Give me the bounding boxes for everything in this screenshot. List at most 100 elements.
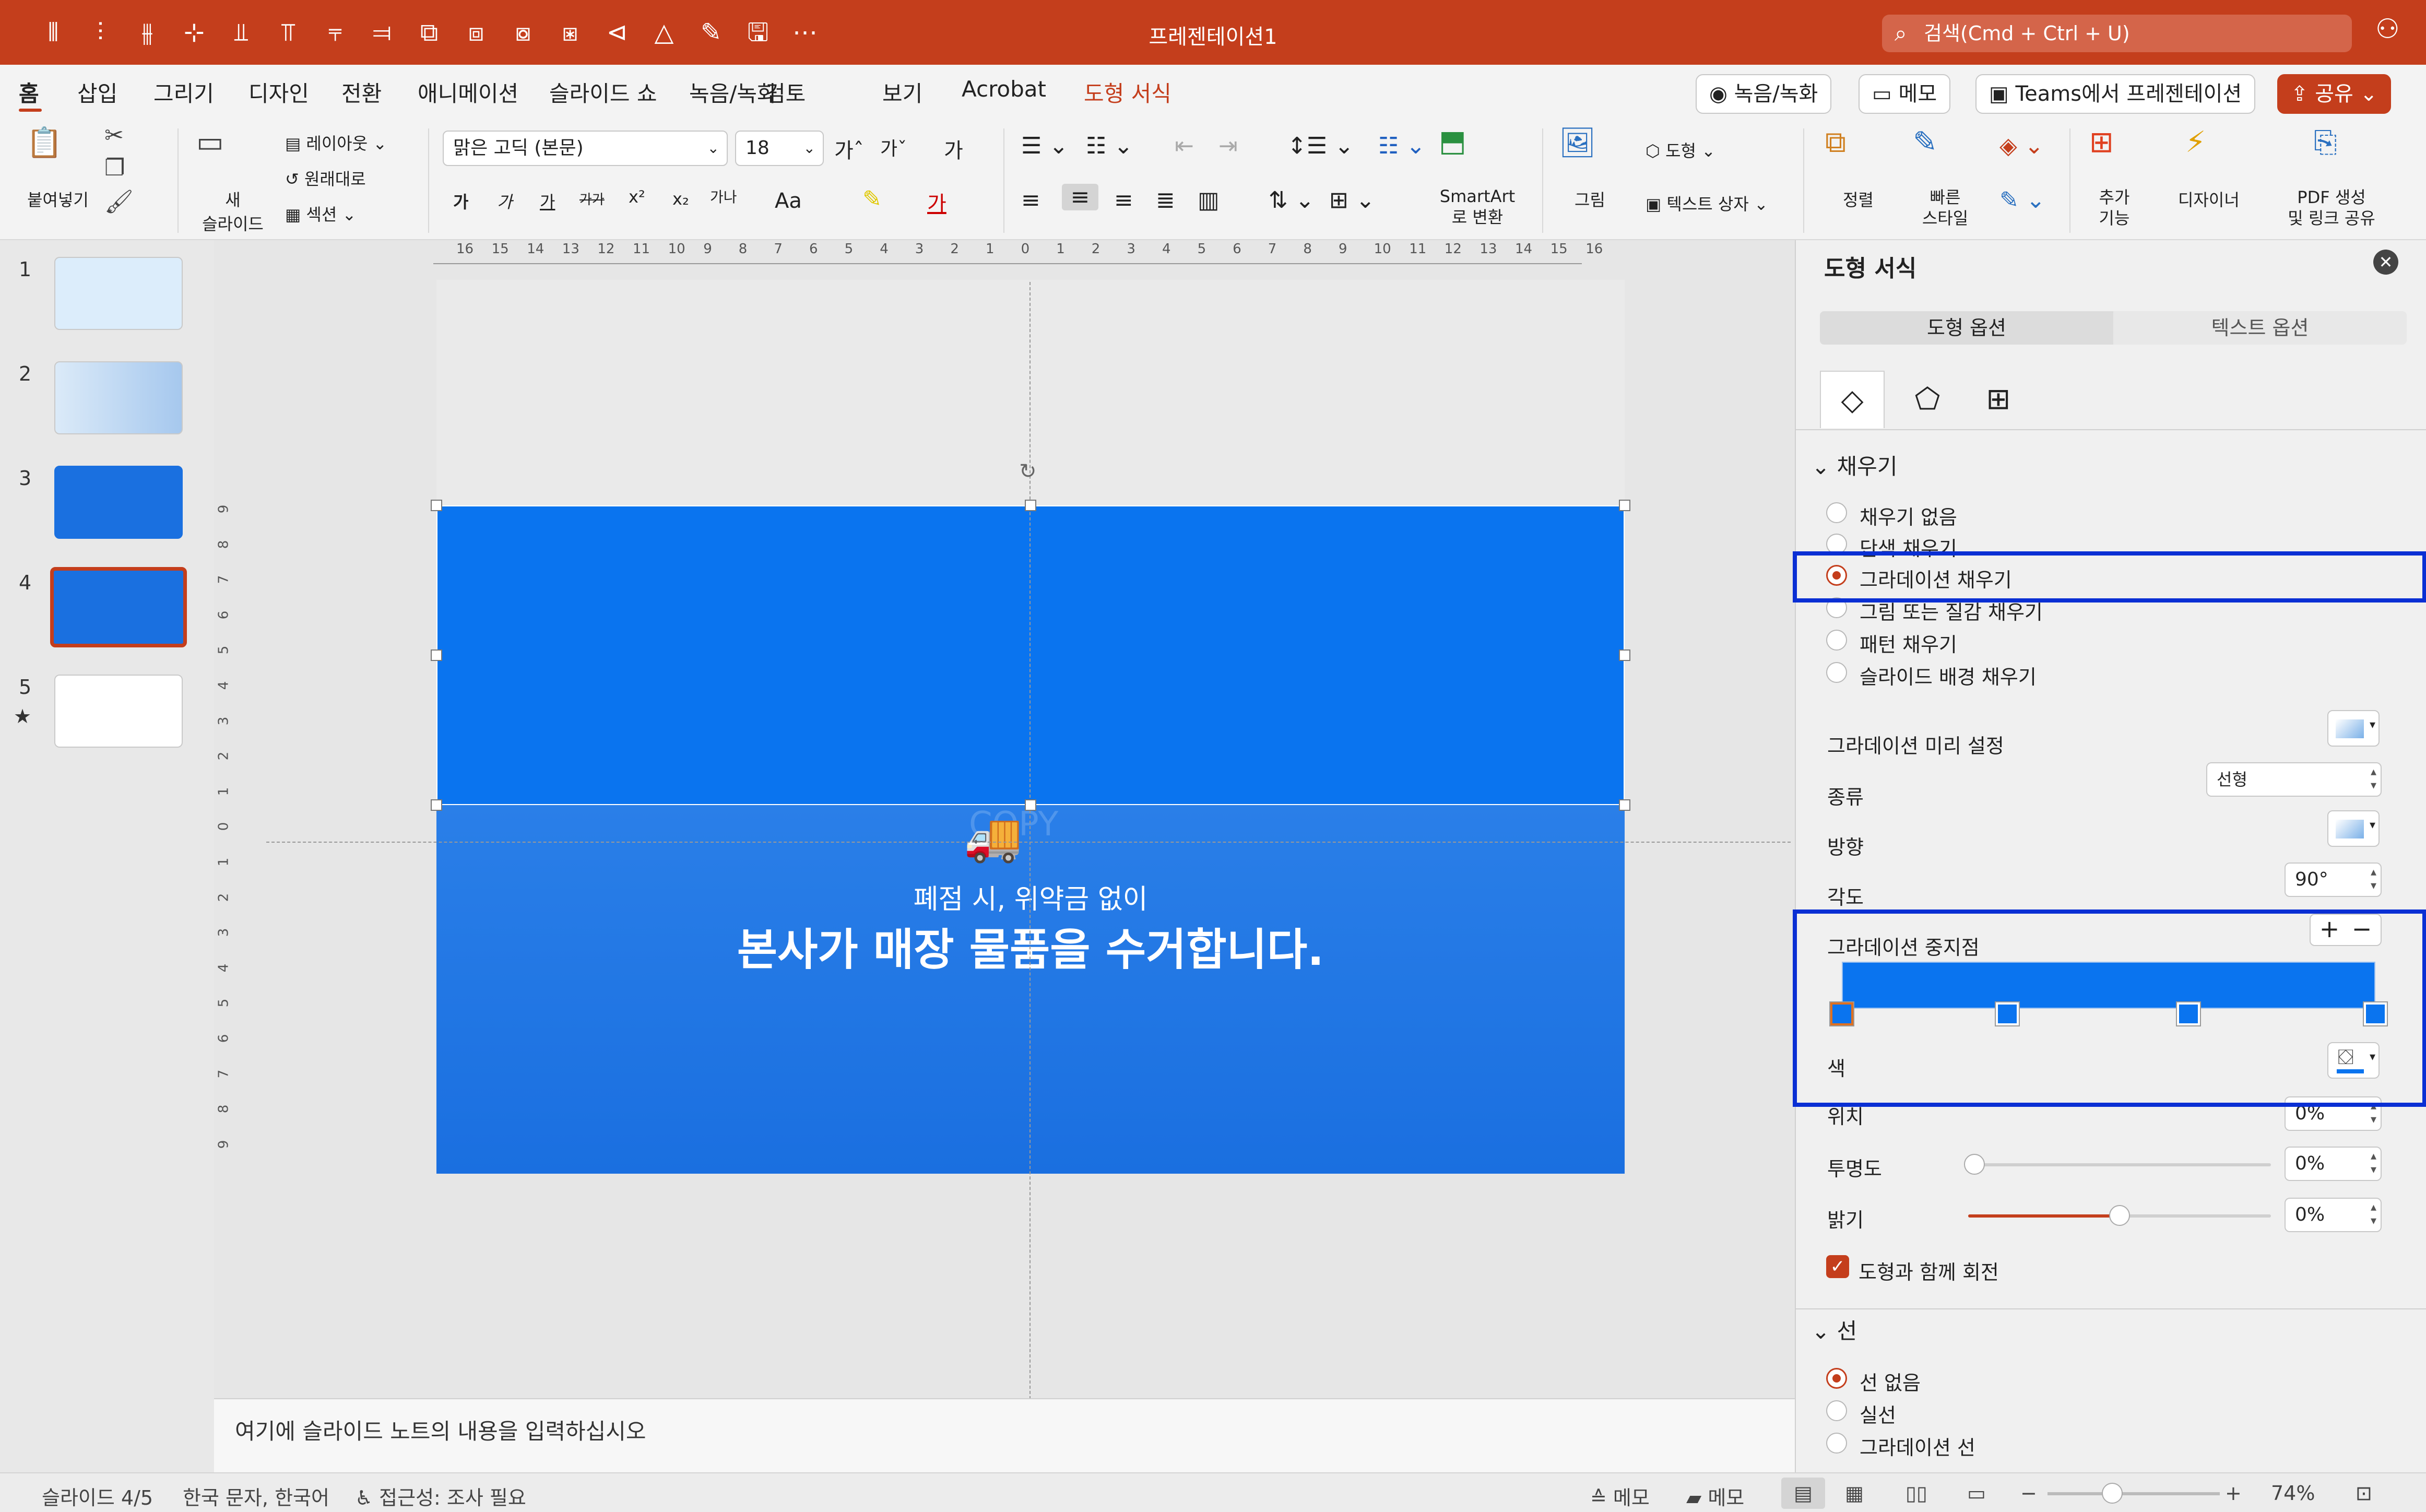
- resize-handle[interactable]: [431, 649, 442, 661]
- tab-5[interactable]: 애니메이션: [418, 76, 518, 108]
- tab-9[interactable]: 보기: [882, 76, 922, 108]
- smartart-icon[interactable]: ⬒: [1439, 124, 1466, 158]
- brightness-input[interactable]: 0% ▴ ▾: [2285, 1198, 2382, 1232]
- zoom-in-button[interactable]: +: [2225, 1482, 2242, 1505]
- comments-status-button[interactable]: ▰ 메모: [1686, 1482, 1744, 1510]
- text-direction-icon[interactable]: ⇅ ⌄: [1269, 187, 1315, 214]
- justify-icon[interactable]: ≣: [1156, 187, 1175, 214]
- accessibility-indicator[interactable]: ♿ 접근성: 조사 필요: [355, 1482, 526, 1510]
- decrease-indent-icon[interactable]: ⇤: [1175, 133, 1194, 159]
- tab-3[interactable]: 디자인: [248, 76, 309, 108]
- people-icon[interactable]: ⚇: [2375, 14, 2400, 45]
- line-option-radio[interactable]: [1826, 1400, 1847, 1421]
- italic-button[interactable]: 가: [497, 189, 512, 213]
- tab-text-options[interactable]: 텍스트 옵션: [2113, 311, 2407, 345]
- copy-icon[interactable]: ❐: [104, 155, 125, 181]
- zoom-level[interactable]: 74%: [2271, 1482, 2315, 1505]
- transparency-thumb[interactable]: [1964, 1154, 1985, 1175]
- convert-list-icon[interactable]: ☷ ⌄: [1378, 133, 1425, 159]
- line-option-radio[interactable]: [1826, 1433, 1847, 1454]
- quick-styles-icon[interactable]: ✎: [1913, 125, 1937, 159]
- addins-icon[interactable]: ⊞: [2089, 125, 2114, 159]
- rotate-handle-icon[interactable]: ↻: [1019, 459, 1037, 483]
- resize-handle[interactable]: [1619, 799, 1630, 811]
- bold-button[interactable]: 가: [453, 189, 468, 213]
- slide-thumbnail-2[interactable]: [54, 361, 183, 434]
- fill-option-radio[interactable]: [1826, 662, 1847, 683]
- language-indicator[interactable]: 한국 문자, 한국어: [183, 1482, 329, 1510]
- resize-handle[interactable]: [1619, 500, 1630, 511]
- shape-outline-icon[interactable]: ✎ ⌄: [1999, 187, 2045, 214]
- transparency-slider[interactable]: [1968, 1163, 2271, 1166]
- slide-subtitle[interactable]: 폐점 시, 위약금 없이: [436, 877, 1625, 916]
- font-color-icon[interactable]: 가: [927, 187, 946, 217]
- picture-icon[interactable]: 🖼: [1559, 125, 1596, 160]
- slide-thumbnail-1[interactable]: [54, 257, 183, 330]
- subscript-button[interactable]: x₂: [672, 189, 689, 209]
- gradient-direction-button[interactable]: ▾: [2327, 810, 2380, 847]
- underline-button[interactable]: 가: [540, 189, 555, 213]
- tab-11[interactable]: 도형 서식: [1084, 76, 1171, 108]
- layout-button[interactable]: ▤ 레이아웃 ⌄: [285, 131, 387, 155]
- tab-8[interactable]: 검토: [765, 76, 806, 108]
- comments-button[interactable]: ▭ 메모: [1859, 74, 1951, 114]
- slide-thumbnail-5[interactable]: [54, 675, 183, 748]
- tab-1[interactable]: 삽입: [77, 76, 117, 108]
- zoom-slider[interactable]: [2048, 1492, 2220, 1495]
- shrink-font-button[interactable]: 가ˇ: [880, 134, 907, 161]
- gradient-preset-button[interactable]: ▾: [2327, 710, 2380, 747]
- transparency-input[interactable]: 0% ▴ ▾: [2285, 1147, 2382, 1181]
- reset-button[interactable]: ↺ 원래대로: [285, 166, 366, 190]
- resize-handle[interactable]: [1025, 799, 1036, 811]
- slideshow-icon[interactable]: ▭: [1967, 1482, 1986, 1505]
- columns-icon[interactable]: ▥: [1198, 187, 1220, 214]
- reading-view-icon[interactable]: ▯▯: [1906, 1482, 1927, 1505]
- effects-icon[interactable]: ⬠: [1895, 371, 1960, 428]
- fill-section-header[interactable]: ⌄ 채우기: [1812, 449, 1897, 481]
- notes-button[interactable]: ≙ 메모: [1590, 1482, 1650, 1510]
- fill-option-radio[interactable]: [1826, 502, 1847, 523]
- format-painter-icon[interactable]: 🖌: [104, 188, 134, 215]
- slide-thumbnail-3[interactable]: [54, 466, 183, 539]
- arrange-icon[interactable]: ⧉: [1825, 125, 1846, 160]
- horizontal-guide[interactable]: [266, 842, 1791, 843]
- record-button[interactable]: ◉ 녹음/녹화: [1696, 74, 1832, 114]
- numbering-icon[interactable]: ☷ ⌄: [1086, 133, 1133, 159]
- new-slide-icon[interactable]: ▭: [196, 125, 224, 159]
- slide-headline[interactable]: 본사가 매장 물품을 수거합니다.: [436, 915, 1625, 978]
- notes-pane[interactable]: 여기에 슬라이드 노트의 내용을 입력하십시오: [214, 1398, 1795, 1472]
- strikethrough-button[interactable]: 가가: [579, 189, 605, 208]
- superscript-button[interactable]: x²: [629, 187, 645, 207]
- cut-icon[interactable]: ✂: [104, 122, 124, 149]
- angle-input[interactable]: 90° ▴ ▾: [2285, 863, 2382, 897]
- pdf-icon[interactable]: ⎘: [2314, 125, 2337, 160]
- shapes-button[interactable]: ⬡ 도형 ⌄: [1646, 138, 1715, 162]
- line-option-radio[interactable]: [1826, 1368, 1847, 1389]
- designer-icon[interactable]: ⚡: [2185, 125, 2206, 159]
- char-spacing-button[interactable]: 가나: [710, 186, 737, 207]
- close-icon[interactable]: ✕: [2373, 250, 2398, 275]
- change-case-button[interactable]: Aa: [775, 189, 802, 213]
- font-size-select[interactable]: 18 ⌄: [735, 131, 824, 166]
- increase-indent-icon[interactable]: ⇥: [1218, 133, 1238, 159]
- line-spacing-icon[interactable]: ↕☰ ⌄: [1287, 133, 1354, 159]
- paste-icon[interactable]: 📋: [26, 125, 63, 160]
- gradient-type-select[interactable]: 선형 ▴ ▾: [2206, 762, 2382, 797]
- tab-10[interactable]: Acrobat: [962, 76, 1046, 102]
- resize-handle[interactable]: [431, 500, 442, 511]
- resize-handle[interactable]: [1619, 649, 1630, 661]
- brightness-thumb[interactable]: [2109, 1205, 2130, 1226]
- tab-2[interactable]: 그리기: [153, 76, 214, 108]
- line-section-header[interactable]: ⌄ 선: [1812, 1314, 1857, 1345]
- resize-handle[interactable]: [1025, 500, 1036, 511]
- selected-rectangle-shape[interactable]: [436, 505, 1625, 805]
- resize-handle[interactable]: [431, 799, 442, 811]
- fill-line-icon[interactable]: ◇: [1820, 371, 1885, 428]
- tab-shape-options[interactable]: 도형 옵션: [1820, 311, 2113, 345]
- textbox-button[interactable]: ▣ 텍스트 상자 ⌄: [1646, 191, 1768, 215]
- bullets-icon[interactable]: ☰ ⌄: [1021, 133, 1068, 159]
- tab-6[interactable]: 슬라이드 쇼: [549, 76, 657, 108]
- grow-font-button[interactable]: 가ˆ: [834, 134, 864, 164]
- slide-sorter-icon[interactable]: ▦: [1845, 1482, 1864, 1505]
- fill-option-radio[interactable]: [1826, 630, 1847, 651]
